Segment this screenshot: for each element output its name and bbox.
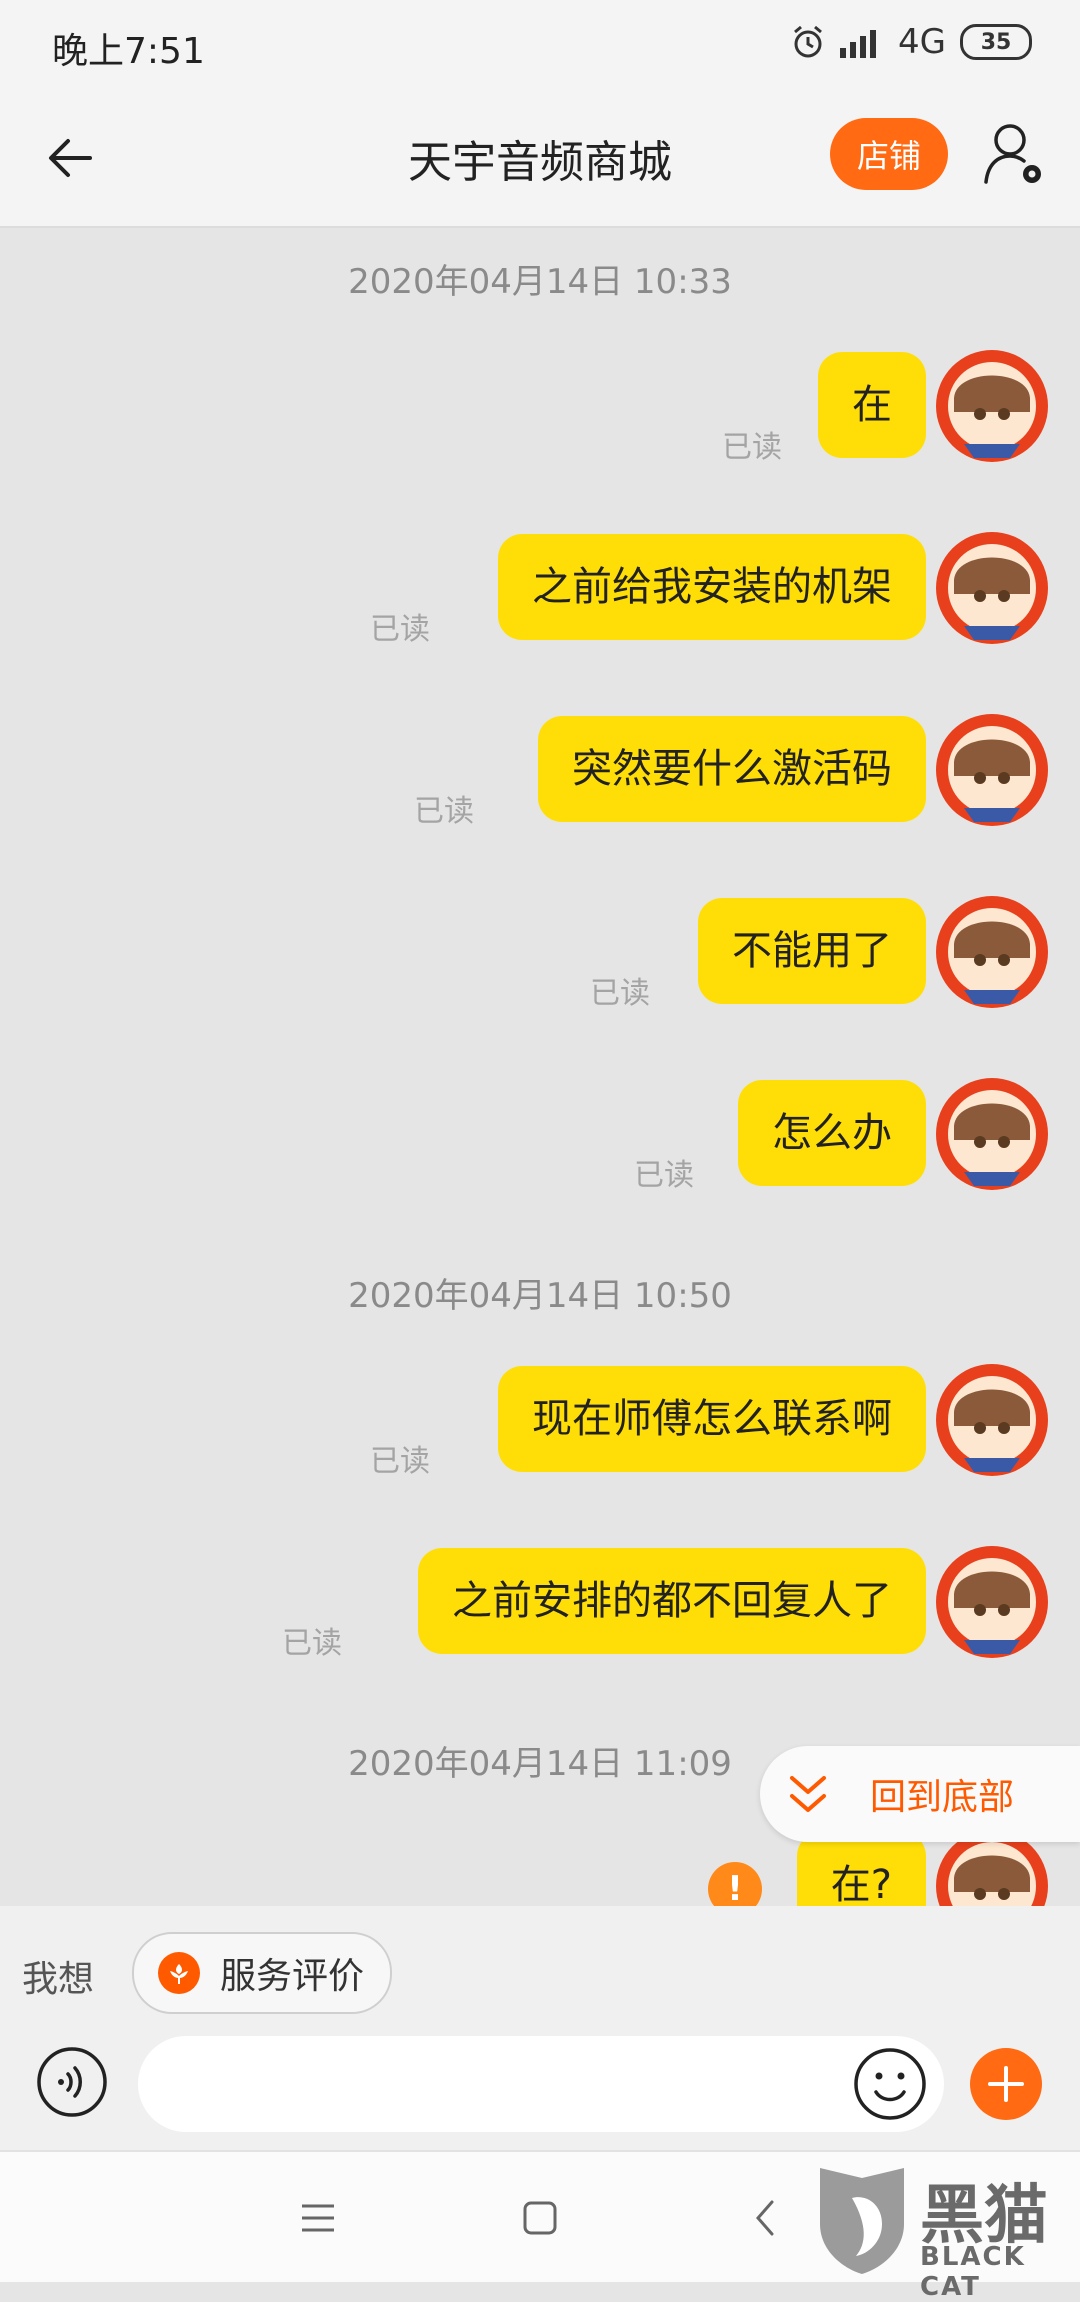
read-receipt: 已读 bbox=[634, 1158, 694, 1193]
status-bar: 晚上7:51 4G 35 bbox=[0, 0, 1080, 90]
menu-icon[interactable] bbox=[296, 2196, 340, 2240]
watermark: 黑猫 BLACK CAT bbox=[808, 2164, 1080, 2302]
read-receipt: 已读 bbox=[722, 430, 782, 465]
jump-to-bottom-button[interactable]: 回到底部 bbox=[760, 1746, 1080, 1842]
plus-icon bbox=[988, 2066, 1024, 2102]
alarm-icon bbox=[794, 25, 822, 58]
message-bubble[interactable]: 在 bbox=[818, 352, 926, 458]
read-receipt: 已读 bbox=[282, 1626, 342, 1661]
quick-action-prefix: 我想 bbox=[22, 1959, 95, 2000]
signal-icon bbox=[840, 30, 877, 58]
chat-message-list[interactable]: 2020年04月14日 10:33 已读 在 已读 之前给我安装的机架 已读 突… bbox=[0, 228, 1080, 1906]
read-receipt: 已读 bbox=[590, 976, 650, 1011]
send-failed-icon[interactable]: ! bbox=[708, 1862, 762, 1906]
voice-icon[interactable] bbox=[36, 2046, 108, 2118]
back-nav-icon[interactable] bbox=[744, 2196, 788, 2240]
message-bubble[interactable]: 现在师傅怎么联系啊 bbox=[498, 1366, 926, 1472]
timestamp: 2020年04月14日 10:50 bbox=[348, 1276, 732, 1316]
user-settings-icon[interactable] bbox=[982, 120, 1046, 188]
avatar[interactable] bbox=[934, 1544, 1050, 1660]
timestamp: 2020年04月14日 10:33 bbox=[348, 262, 732, 302]
message-bubble[interactable]: 突然要什么激活码 bbox=[538, 716, 926, 822]
message-bubble[interactable]: 之前给我安装的机架 bbox=[498, 534, 926, 640]
service-rating-chip[interactable]: 服务评价 bbox=[132, 1932, 393, 2014]
read-receipt: 已读 bbox=[370, 1444, 430, 1479]
network-type: 4G bbox=[898, 22, 946, 62]
avatar[interactable] bbox=[934, 712, 1050, 828]
battery-level: 35 bbox=[980, 29, 1012, 55]
flower-icon bbox=[158, 1952, 200, 1994]
add-attachment-button[interactable] bbox=[970, 2048, 1042, 2120]
read-receipt: 已读 bbox=[414, 794, 474, 829]
avatar[interactable] bbox=[934, 894, 1050, 1010]
battery-icon: 35 bbox=[960, 24, 1032, 60]
message-bubble[interactable]: 怎么办 bbox=[738, 1080, 926, 1186]
message-bubble[interactable]: 在? bbox=[796, 1832, 926, 1906]
jump-to-bottom-label: 回到底部 bbox=[870, 1777, 1015, 1818]
status-icons: 4G 35 bbox=[790, 22, 1032, 62]
message-input[interactable] bbox=[138, 2036, 944, 2132]
avatar[interactable] bbox=[934, 530, 1050, 646]
black-cat-logo-icon bbox=[820, 2168, 904, 2274]
emoji-icon[interactable] bbox=[852, 2046, 928, 2122]
double-chevron-down-icon bbox=[790, 1776, 826, 1812]
read-receipt: 已读 bbox=[370, 612, 430, 647]
avatar[interactable] bbox=[934, 1076, 1050, 1192]
chat-header: 天宇音频商城 店铺 bbox=[0, 90, 1080, 228]
home-square-icon[interactable] bbox=[518, 2196, 562, 2240]
quick-action-bar: 我想 服务评价 bbox=[0, 1906, 1080, 2036]
watermark-en: BLACK CAT bbox=[920, 2242, 1026, 2302]
message-bubble[interactable]: 之前安排的都不回复人了 bbox=[418, 1548, 926, 1654]
service-rating-label: 服务评价 bbox=[220, 1956, 365, 1997]
status-time: 晚上7:51 bbox=[52, 31, 205, 72]
message-bubble[interactable]: 不能用了 bbox=[698, 898, 926, 1004]
message-input-bar bbox=[0, 2036, 1080, 2150]
shop-button[interactable]: 店铺 bbox=[830, 118, 948, 190]
avatar[interactable] bbox=[934, 348, 1050, 464]
avatar[interactable] bbox=[934, 1362, 1050, 1478]
